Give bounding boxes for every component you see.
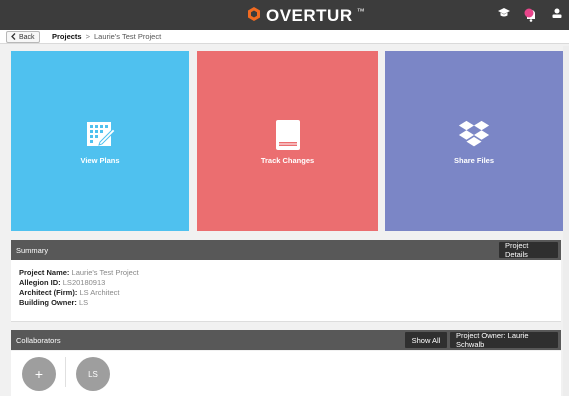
breadcrumb-bar: Back Projects > Laurie's Test Project <box>0 30 569 44</box>
field-label: Allegion ID: <box>19 278 61 287</box>
summary-field-allegion-id: Allegion ID: LS20180913 <box>19 278 553 288</box>
back-label: Back <box>19 33 35 41</box>
brand-name: OVERTUR <box>266 6 353 25</box>
field-value: LS <box>79 298 89 307</box>
blueprint-pencil-icon <box>83 118 117 152</box>
field-value: LS20180913 <box>62 278 106 287</box>
track-changes-tile[interactable]: Track Changes <box>197 51 378 231</box>
collaborators-header: Collaborators Show All Project Owner: La… <box>11 330 561 350</box>
summary-field-building-owner: Building Owner: LS <box>19 298 553 308</box>
user-icon[interactable] <box>551 6 563 24</box>
back-button[interactable]: Back <box>6 31 40 43</box>
summary-header: Summary Project Details <box>11 240 561 260</box>
project-owner-button[interactable]: Project Owner: Laurie Schwalb <box>450 331 558 349</box>
field-label: Architect (Firm): <box>19 288 78 297</box>
breadcrumb-separator: > <box>85 32 90 41</box>
scrollbar[interactable] <box>563 46 569 396</box>
graduation-cap-icon[interactable] <box>497 6 511 24</box>
brand-trademark: ™ <box>356 6 365 16</box>
breadcrumb-projects-link[interactable]: Projects <box>52 32 82 41</box>
breadcrumb: Projects > Laurie's Test Project <box>52 32 161 41</box>
collaborators-body: + LS <box>11 351 561 396</box>
field-label: Building Owner: <box>19 298 77 307</box>
brand-logo[interactable]: OVERTUR ™ <box>246 6 365 26</box>
summary-field-architect: Architect (Firm): LS Architect <box>19 288 553 298</box>
summary-field-project-name: Project Name: Laurie's Test Project <box>19 268 553 278</box>
view-plans-tile[interactable]: View Plans <box>11 51 189 231</box>
hexagon-logo-icon <box>246 6 262 27</box>
breadcrumb-current: Laurie's Test Project <box>94 32 162 41</box>
summary-title: Summary <box>16 245 49 255</box>
dropbox-icon <box>457 118 491 152</box>
top-bar: OVERTUR ™ <box>0 0 569 30</box>
share-files-label: Share Files <box>453 155 495 165</box>
plus-icon: + <box>34 366 44 382</box>
show-all-button[interactable]: Show All <box>405 332 447 348</box>
divider <box>65 357 66 387</box>
chevron-left-icon <box>11 32 16 42</box>
field-label: Project Name: <box>19 268 70 277</box>
project-details-button[interactable]: Project Details <box>499 241 558 259</box>
field-value: LS Architect <box>79 288 120 297</box>
collaborators-title: Collaborators <box>16 335 61 345</box>
notification-bell-icon[interactable] <box>523 7 539 23</box>
summary-body: Project Name: Laurie's Test Project Alle… <box>11 260 561 322</box>
avatar[interactable]: LS <box>76 357 110 391</box>
field-value: Laurie's Test Project <box>71 268 139 277</box>
add-collaborator-button[interactable]: + <box>22 357 56 391</box>
share-files-tile[interactable]: Share Files <box>385 51 563 231</box>
book-icon <box>271 118 305 152</box>
track-changes-label: Track Changes <box>260 155 315 165</box>
view-plans-label: View Plans <box>80 155 120 165</box>
